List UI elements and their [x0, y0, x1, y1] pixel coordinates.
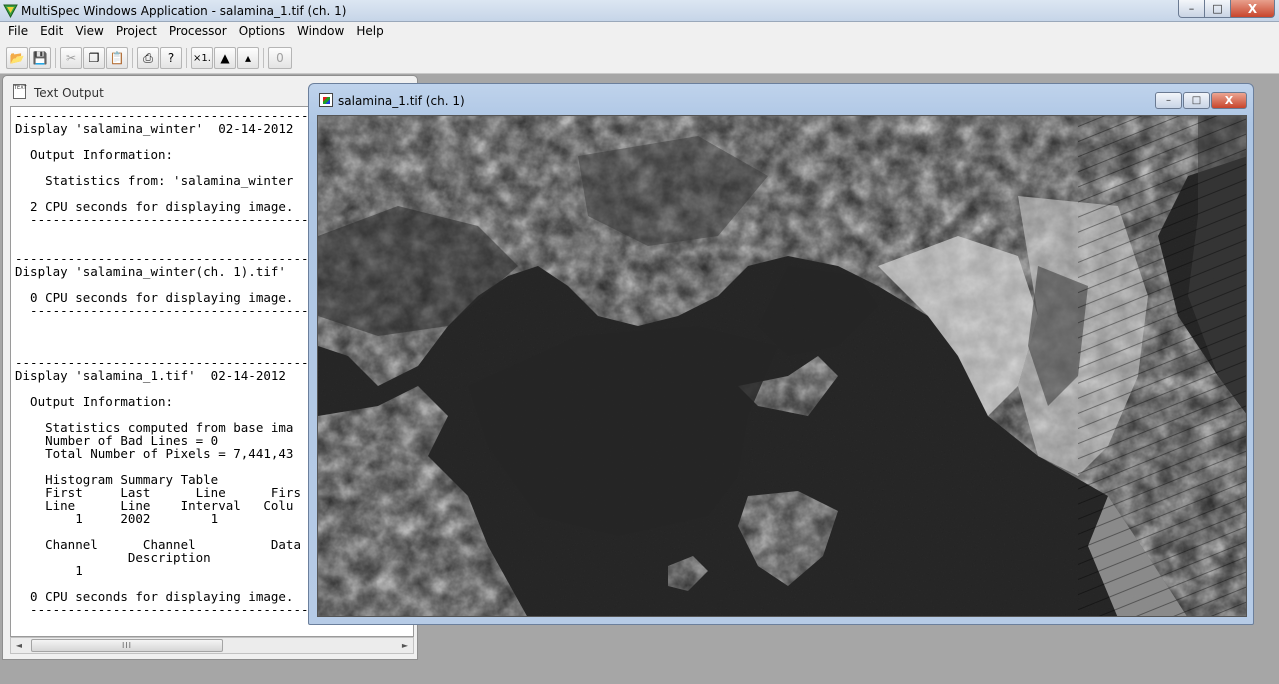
toolbar: 📂 💾 ✂ ❐ 📋 ⎙ ? ×1. ▲ ▴ 0	[0, 41, 1279, 74]
overlay-icon: 0	[276, 51, 284, 65]
app-close-button[interactable]: X	[1231, 0, 1275, 18]
menu-bar: File Edit View Project Processor Options…	[0, 22, 1279, 41]
horizontal-scrollbar[interactable]: ◄ III ►	[10, 637, 414, 654]
app-maximize-button[interactable]: □	[1205, 0, 1231, 18]
zoom-x1-button[interactable]: ×1.	[191, 47, 213, 69]
help-icon: ?	[167, 51, 175, 65]
image-close-button[interactable]: X	[1211, 92, 1247, 109]
scroll-left-arrow-icon[interactable]: ◄	[11, 638, 27, 653]
print-icon: ⎙	[143, 50, 153, 65]
zoom-out-icon: ▴	[244, 51, 252, 65]
image-minimize-button[interactable]: –	[1155, 92, 1182, 109]
menu-processor[interactable]: Processor	[163, 22, 233, 41]
menu-project[interactable]: Project	[110, 22, 163, 41]
open-button[interactable]: 📂	[6, 47, 28, 69]
image-window-title: salamina_1.tif (ch. 1)	[338, 94, 465, 108]
toolbar-separator	[263, 48, 264, 68]
menu-file[interactable]: File	[2, 22, 34, 41]
multispec-logo-icon	[3, 4, 18, 18]
copy-icon: ❐	[88, 51, 100, 65]
toolbar-separator	[55, 48, 56, 68]
copy-button[interactable]: ❐	[83, 47, 105, 69]
cut-button[interactable]: ✂	[60, 47, 82, 69]
overlay-button[interactable]: 0	[268, 47, 292, 69]
scroll-right-arrow-icon[interactable]: ►	[397, 638, 413, 653]
toolbar-separator	[132, 48, 133, 68]
menu-help[interactable]: Help	[350, 22, 389, 41]
paste-icon: 📋	[109, 51, 125, 65]
zoom-out-button[interactable]: ▴	[237, 47, 259, 69]
text-output-title: Text Output	[34, 86, 104, 100]
image-maximize-button[interactable]: □	[1183, 92, 1210, 109]
zoom-x1-icon: ×1.	[193, 52, 211, 64]
toolbar-separator	[186, 48, 187, 68]
open-icon: 📂	[9, 51, 25, 65]
app-title-bar: MultiSpec Windows Application - salamina…	[0, 0, 1279, 22]
image-file-icon	[319, 93, 333, 107]
menu-window[interactable]: Window	[291, 22, 350, 41]
image-window-title-bar[interactable]: salamina_1.tif (ch. 1) – □ X	[309, 84, 1253, 114]
satellite-image-rendering	[318, 116, 1246, 616]
image-window[interactable]: salamina_1.tif (ch. 1) – □ X	[308, 83, 1254, 625]
satellite-image[interactable]	[317, 115, 1247, 617]
scrollbar-thumb[interactable]: III	[31, 639, 223, 652]
menu-options[interactable]: Options	[233, 22, 291, 41]
text-document-icon: TEXT	[13, 84, 27, 99]
cut-icon: ✂	[65, 51, 77, 65]
help-button[interactable]: ?	[160, 47, 182, 69]
zoom-in-icon: ▲	[220, 51, 230, 65]
save-icon: 💾	[32, 51, 48, 65]
menu-edit[interactable]: Edit	[34, 22, 69, 41]
print-button[interactable]: ⎙	[137, 47, 159, 69]
save-button[interactable]: 💾	[29, 47, 51, 69]
menu-view[interactable]: View	[69, 22, 109, 41]
zoom-in-button[interactable]: ▲	[214, 47, 236, 69]
app-title: MultiSpec Windows Application - salamina…	[21, 4, 347, 18]
paste-button[interactable]: 📋	[106, 47, 128, 69]
app-minimize-button[interactable]: –	[1178, 0, 1205, 18]
